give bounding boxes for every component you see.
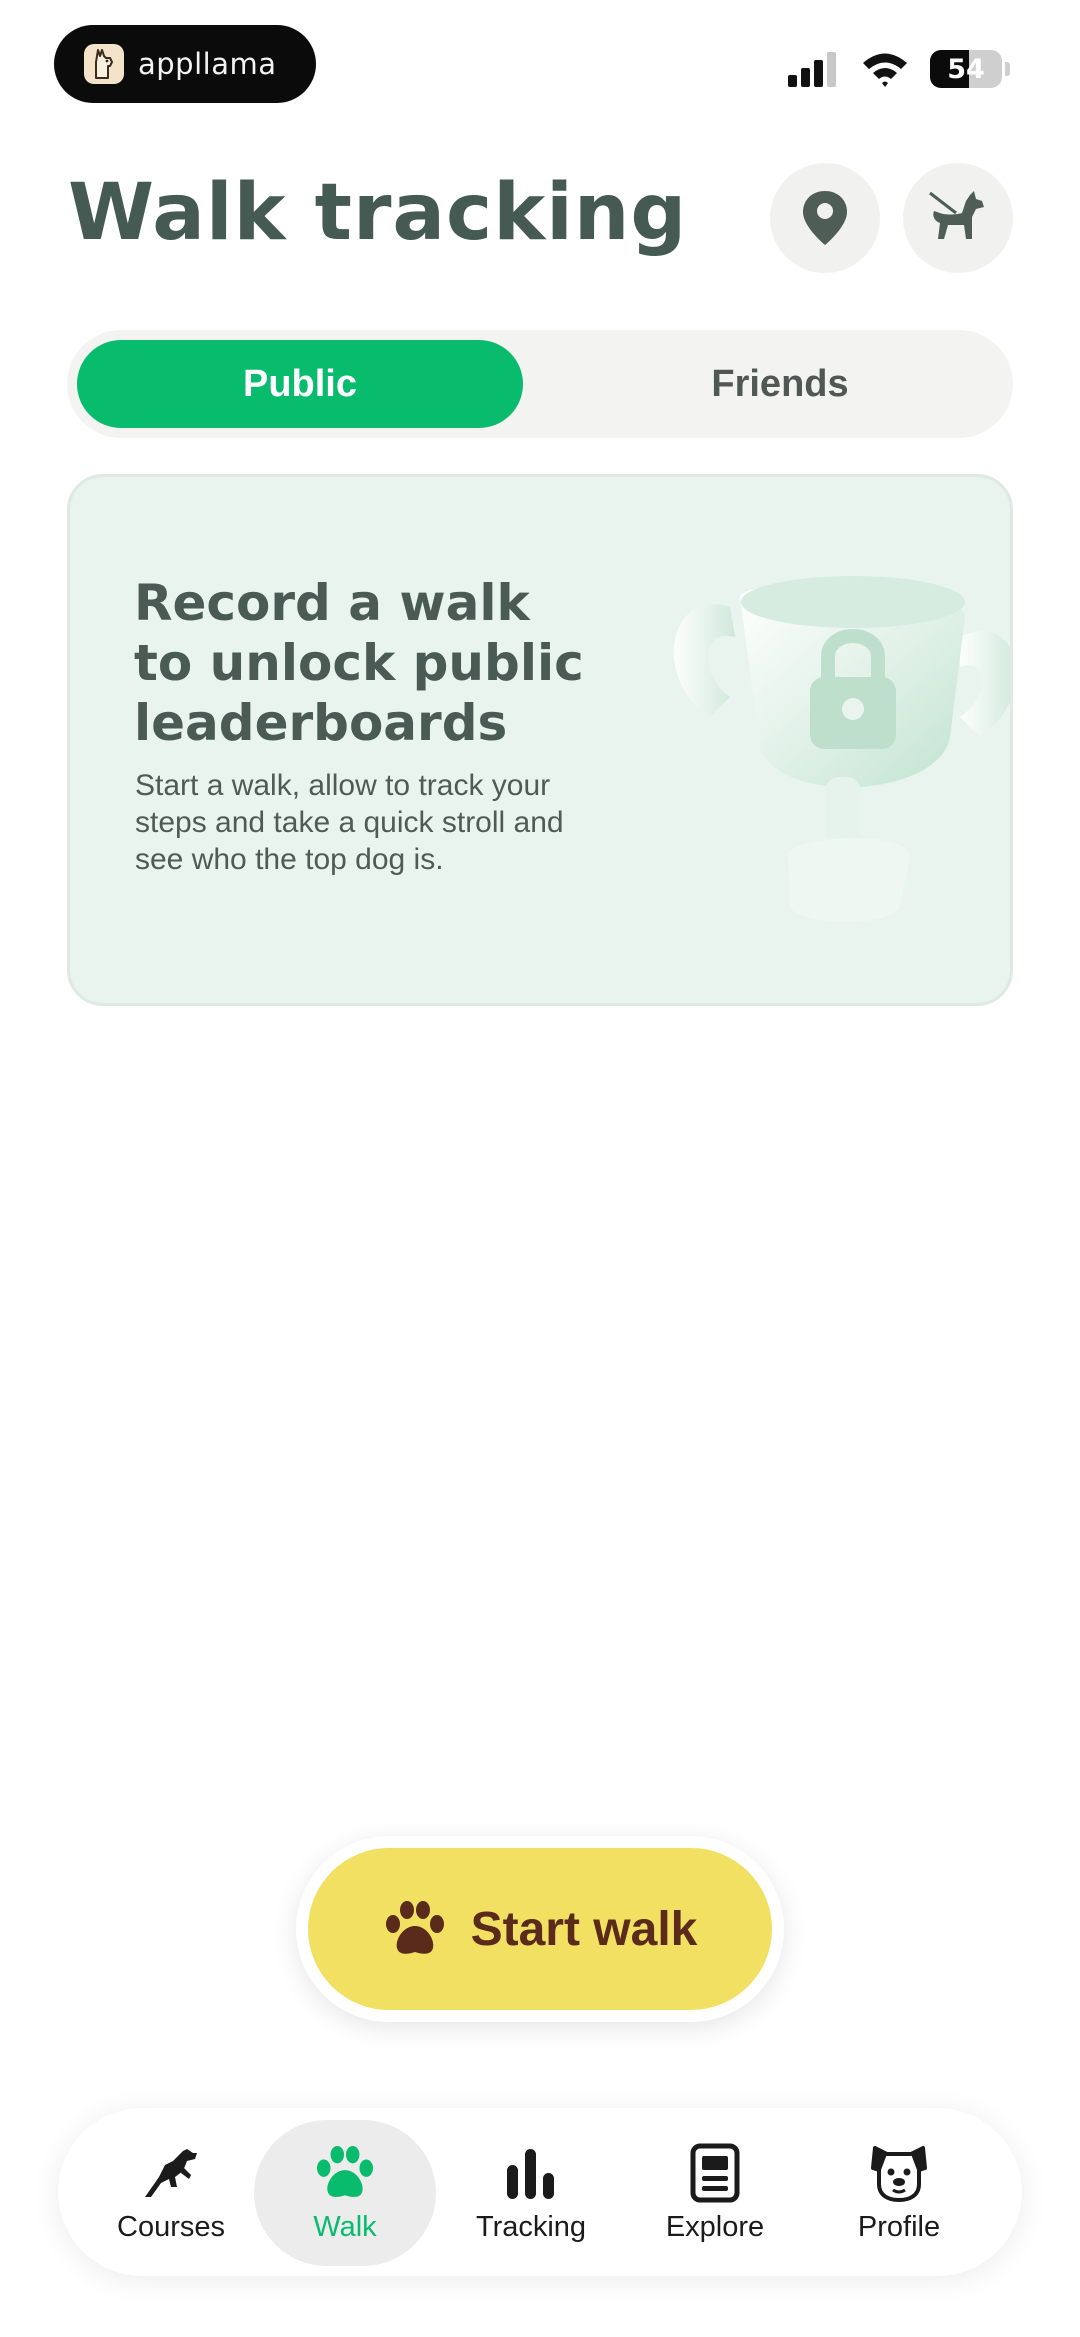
paw-icon <box>317 2145 373 2197</box>
start-walk-button[interactable]: Start walk <box>308 1848 772 2010</box>
bottom-nav: Courses Walk Tracking Explore Profile <box>58 2108 1022 2276</box>
page-title: Walk tracking <box>68 168 688 258</box>
tab-public[interactable]: Public <box>77 340 523 428</box>
nav-item-courses[interactable]: Courses <box>80 2120 262 2266</box>
tab-friends[interactable]: Friends <box>557 340 1003 428</box>
bar-chart-icon <box>507 2149 554 2199</box>
document-icon <box>690 2143 740 2203</box>
location-pin-icon <box>803 191 847 245</box>
wifi-icon <box>863 53 907 87</box>
walk-dog-button[interactable] <box>903 163 1013 273</box>
brand-badge: appllama <box>54 25 316 103</box>
llama-logo-icon <box>84 44 124 84</box>
brand-name: appllama <box>138 47 277 81</box>
dog-face-icon <box>871 2146 927 2202</box>
status-bar: appllama 54 <box>0 0 1080 120</box>
visibility-tabs: Public Friends <box>67 330 1013 438</box>
nav-item-walk[interactable]: Walk <box>254 2120 436 2266</box>
nav-item-explore[interactable]: Explore <box>624 2120 806 2266</box>
nav-label-tracking: Tracking <box>475 2211 587 2243</box>
card-description: Start a walk, allow to track your steps … <box>135 769 564 876</box>
nav-label-walk: Walk <box>313 2211 377 2243</box>
locked-trophy-icon <box>673 576 1010 922</box>
leaderboard-locked-card: Record a walk to unlock public leaderboa… <box>67 474 1013 1006</box>
nav-item-tracking[interactable]: Tracking <box>440 2120 622 2266</box>
start-walk-label: Start walk <box>470 1902 698 1956</box>
nav-item-profile[interactable]: Profile <box>808 2120 990 2266</box>
paw-icon <box>385 1901 444 1954</box>
signal-icon <box>788 52 836 87</box>
jumping-dog-icon <box>145 2149 197 2197</box>
dog-leash-icon <box>929 191 984 239</box>
system-icons: 54 <box>786 50 1010 88</box>
battery-level: 54 <box>947 53 985 85</box>
card-title: Record a walk to unlock public leaderboa… <box>134 574 584 752</box>
nav-label-explore: Explore <box>665 2211 765 2243</box>
battery-icon: 54 <box>930 50 1010 88</box>
nav-label-profile: Profile <box>857 2211 941 2243</box>
nav-label-courses: Courses <box>117 2211 225 2243</box>
location-button[interactable] <box>770 163 880 273</box>
